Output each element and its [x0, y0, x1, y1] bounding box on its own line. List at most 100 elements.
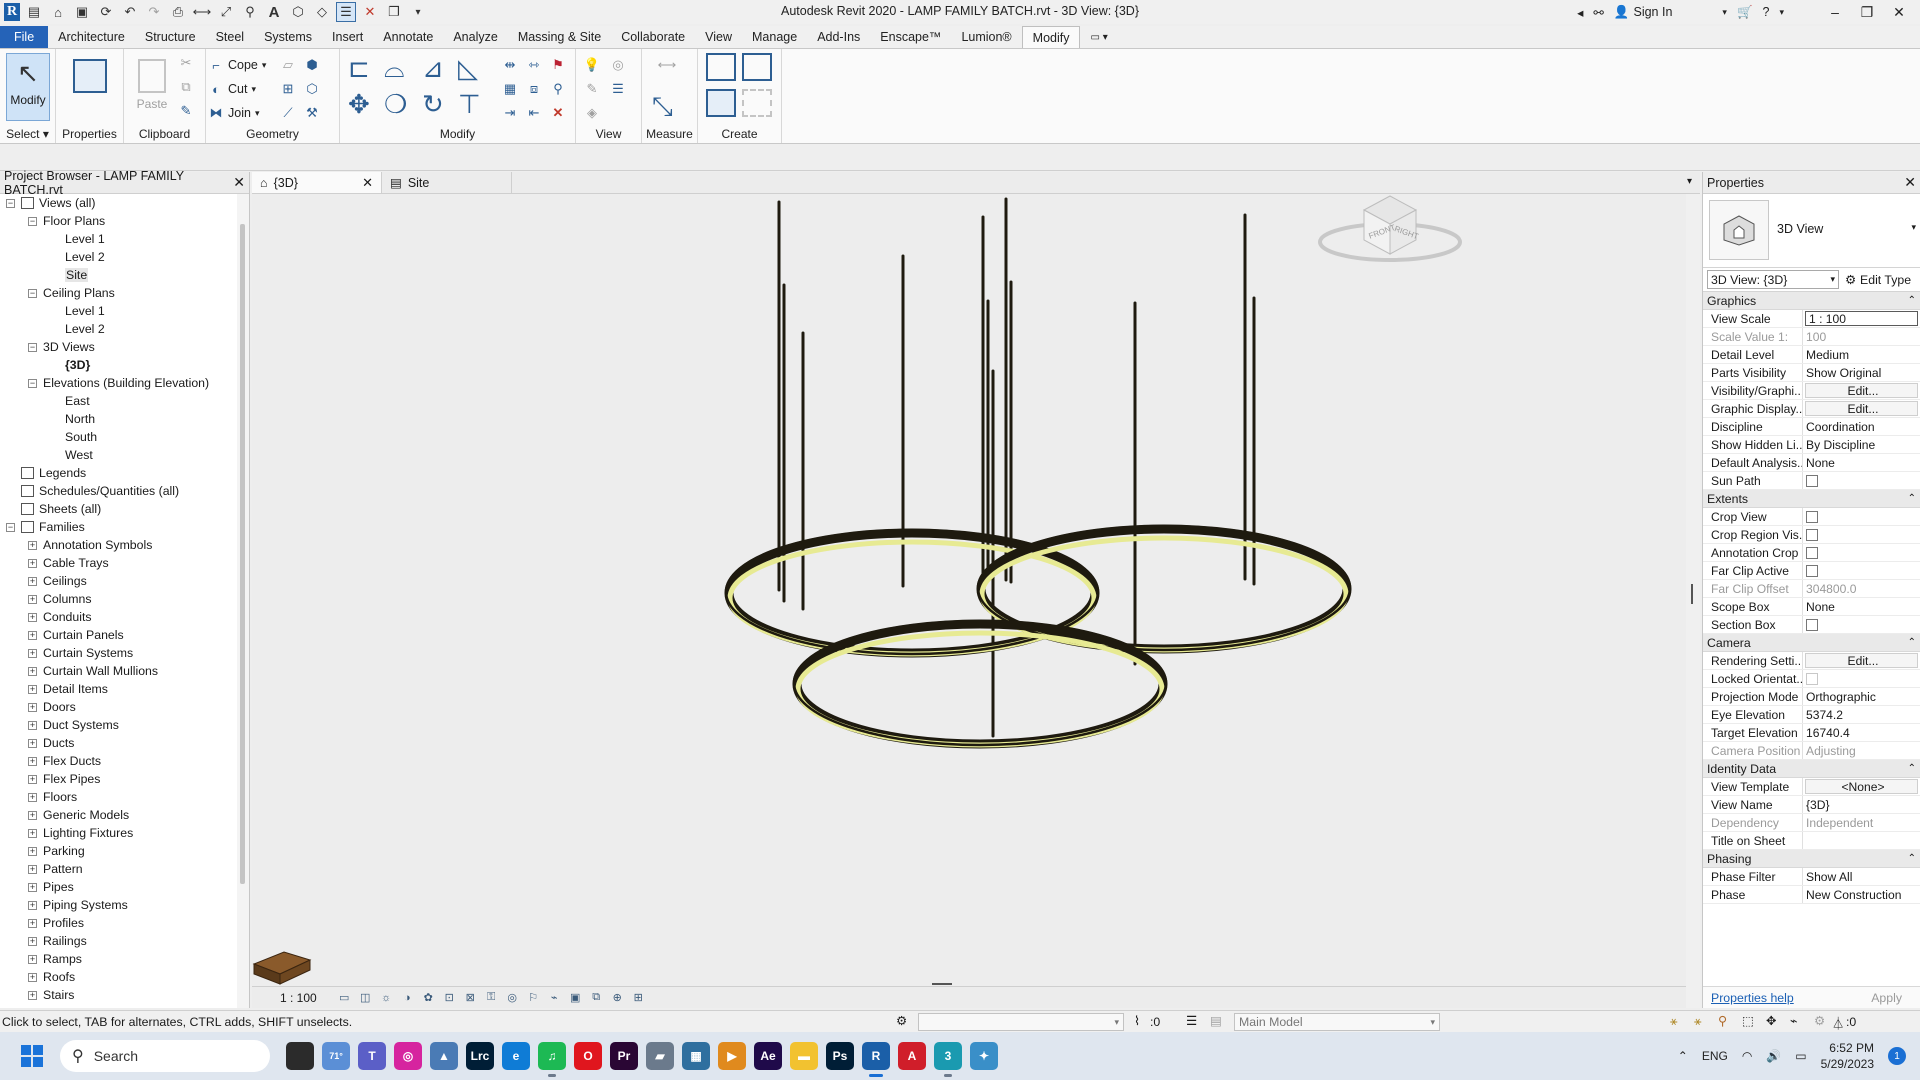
modify-tool-button[interactable]: ↖ Modify: [6, 53, 50, 121]
property-checkbox[interactable]: [1806, 510, 1818, 523]
revit-app-icon[interactable]: R: [862, 1042, 890, 1077]
dimension-icon[interactable]: ⤡: [652, 91, 673, 123]
close-tab-icon[interactable]: ✕: [362, 175, 373, 191]
temporary-hide-icon[interactable]: ◎: [505, 991, 520, 1005]
browser-node[interactable]: + Conduits: [0, 608, 237, 626]
help-icon[interactable]: ?: [1763, 5, 1770, 19]
type-selector[interactable]: 3D View ▾: [1703, 194, 1920, 268]
property-value[interactable]: 1 : 100: [1805, 311, 1918, 326]
expand-icon[interactable]: +: [28, 648, 37, 658]
ribbon-tab-architecture[interactable]: Architecture: [48, 26, 135, 48]
browser-scrollbar[interactable]: [237, 194, 249, 1008]
mirror-draw-axis-icon[interactable]: ◺: [458, 53, 478, 84]
properties-group-identity-data[interactable]: Identity Data ⌃: [1703, 760, 1920, 778]
wall-joins-icon[interactable]: ⊞: [280, 81, 296, 97]
property-value[interactable]: {3D}: [1803, 796, 1920, 813]
collapse-icon[interactable]: −: [6, 198, 15, 208]
browser-node[interactable]: + Ducts: [0, 734, 237, 752]
hammer-icon[interactable]: ⚒: [304, 105, 320, 121]
browser-node[interactable]: + Roofs: [0, 968, 237, 986]
close-icon[interactable]: ✕: [1888, 4, 1910, 21]
expand-icon[interactable]: +: [28, 666, 37, 676]
browser-node[interactable]: Site: [0, 266, 237, 284]
browser-node[interactable]: + Floors: [0, 788, 237, 806]
property-value[interactable]: Orthographic: [1803, 688, 1920, 705]
create-assembly-icon[interactable]: [706, 53, 736, 81]
minimize-icon[interactable]: –: [1824, 4, 1846, 20]
3dsmax-app-icon[interactable]: 3: [934, 1042, 962, 1077]
apply-button[interactable]: Apply: [1861, 990, 1912, 1006]
property-checkbox[interactable]: [1806, 546, 1818, 559]
cope-button[interactable]: ⌐ Cope ▾: [208, 55, 266, 75]
default-3d-icon[interactable]: ⬡: [288, 2, 308, 22]
instance-filter-select[interactable]: 3D View: {3D} ▾: [1707, 270, 1839, 289]
browser-node[interactable]: East: [0, 392, 237, 410]
redo-icon[interactable]: ↷: [144, 2, 164, 22]
browser-node[interactable]: {3D}: [0, 356, 237, 374]
expand-icon[interactable]: +: [28, 828, 37, 838]
undo-icon[interactable]: ↶: [120, 2, 140, 22]
property-value[interactable]: Coordination: [1803, 418, 1920, 435]
beam-join-icon[interactable]: ⟋: [280, 105, 296, 121]
expand-icon[interactable]: +: [28, 684, 37, 694]
browser-node[interactable]: + Parking: [0, 842, 237, 860]
property-value[interactable]: New Construction: [1803, 886, 1920, 903]
browser-node[interactable]: Level 1: [0, 302, 237, 320]
expand-icon[interactable]: +: [28, 882, 37, 892]
property-checkbox[interactable]: [1806, 618, 1818, 631]
design-option-select[interactable]: Main Model ▾: [1234, 1013, 1440, 1031]
browser-node[interactable]: Schedules/Quantities (all): [0, 482, 237, 500]
browser-node[interactable]: + Curtain Wall Mullions: [0, 662, 237, 680]
thin-lines-ribbon-icon[interactable]: ☰: [610, 81, 626, 97]
offset-icon[interactable]: ⌓: [384, 53, 405, 85]
opera-app-icon[interactable]: O: [574, 1042, 602, 1070]
demolish-icon[interactable]: ⬡: [304, 81, 320, 97]
close-properties-icon[interactable]: ✕: [1904, 174, 1916, 191]
notification-badge[interactable]: 1: [1888, 1047, 1906, 1065]
canvas-vertical-scrollbar[interactable]: [1686, 194, 1700, 1008]
property-value[interactable]: Show Original: [1803, 364, 1920, 381]
start-button[interactable]: [12, 1036, 52, 1076]
print-icon[interactable]: ⎙: [168, 2, 188, 22]
ribbon-tab-enscape[interactable]: Enscape™: [870, 26, 951, 48]
view-tab-3d[interactable]: ⌂ {3D} ✕: [252, 172, 382, 193]
unpin-icon[interactable]: ⚑: [550, 57, 566, 73]
rotate-icon[interactable]: ↻: [422, 89, 444, 120]
properties-group-camera[interactable]: Camera ⌃: [1703, 634, 1920, 652]
paint-icon[interactable]: ⬢: [304, 57, 320, 73]
browser-node[interactable]: + Annotation Symbols: [0, 536, 237, 554]
ribbon-tab-manage[interactable]: Manage: [742, 26, 807, 48]
expand-icon[interactable]: +: [28, 864, 37, 874]
browser-node[interactable]: Sheets (all): [0, 500, 237, 518]
property-edit-button[interactable]: Edit...: [1805, 401, 1918, 416]
property-value[interactable]: None: [1803, 598, 1920, 615]
exclude-options-icon[interactable]: ▤: [1210, 1014, 1222, 1028]
browser-node[interactable]: Level 1: [0, 230, 237, 248]
section-icon[interactable]: ◇: [312, 2, 332, 22]
lightroom-app-icon[interactable]: Lrc: [466, 1042, 494, 1070]
browser-node[interactable]: + Profiles: [0, 914, 237, 932]
browser-scrollbar-thumb[interactable]: [240, 224, 245, 884]
help-dropdown-icon[interactable]: ▾: [1779, 7, 1784, 18]
wifi-icon[interactable]: ◠: [1742, 1049, 1752, 1063]
expand-icon[interactable]: +: [28, 990, 37, 1000]
tag-icon[interactable]: ⚲: [240, 2, 260, 22]
property-value[interactable]: None: [1803, 454, 1920, 471]
collapse-icon[interactable]: −: [28, 288, 37, 298]
expand-icon[interactable]: +: [28, 954, 37, 964]
ribbon-tab-view[interactable]: View: [695, 26, 742, 48]
measure-between-icon[interactable]: ⟷: [650, 57, 684, 73]
expand-icon[interactable]: +: [28, 558, 37, 568]
browser-node[interactable]: + Ceilings: [0, 572, 237, 590]
linework-icon[interactable]: ✎: [584, 81, 600, 97]
browser-node[interactable]: Level 2: [0, 248, 237, 266]
browser-node[interactable]: Level 2: [0, 320, 237, 338]
browser-node[interactable]: − Families: [0, 518, 237, 536]
expand-icon[interactable]: +: [28, 738, 37, 748]
thin-lines-icon[interactable]: ☰: [336, 2, 356, 22]
ribbon-tab-insert[interactable]: Insert: [322, 26, 373, 48]
sun-path-icon[interactable]: ☼: [379, 991, 394, 1005]
ribbon-tab-modify[interactable]: Modify: [1021, 26, 1081, 48]
property-checkbox[interactable]: [1806, 564, 1818, 577]
ribbon-tab-file[interactable]: File: [0, 26, 49, 48]
